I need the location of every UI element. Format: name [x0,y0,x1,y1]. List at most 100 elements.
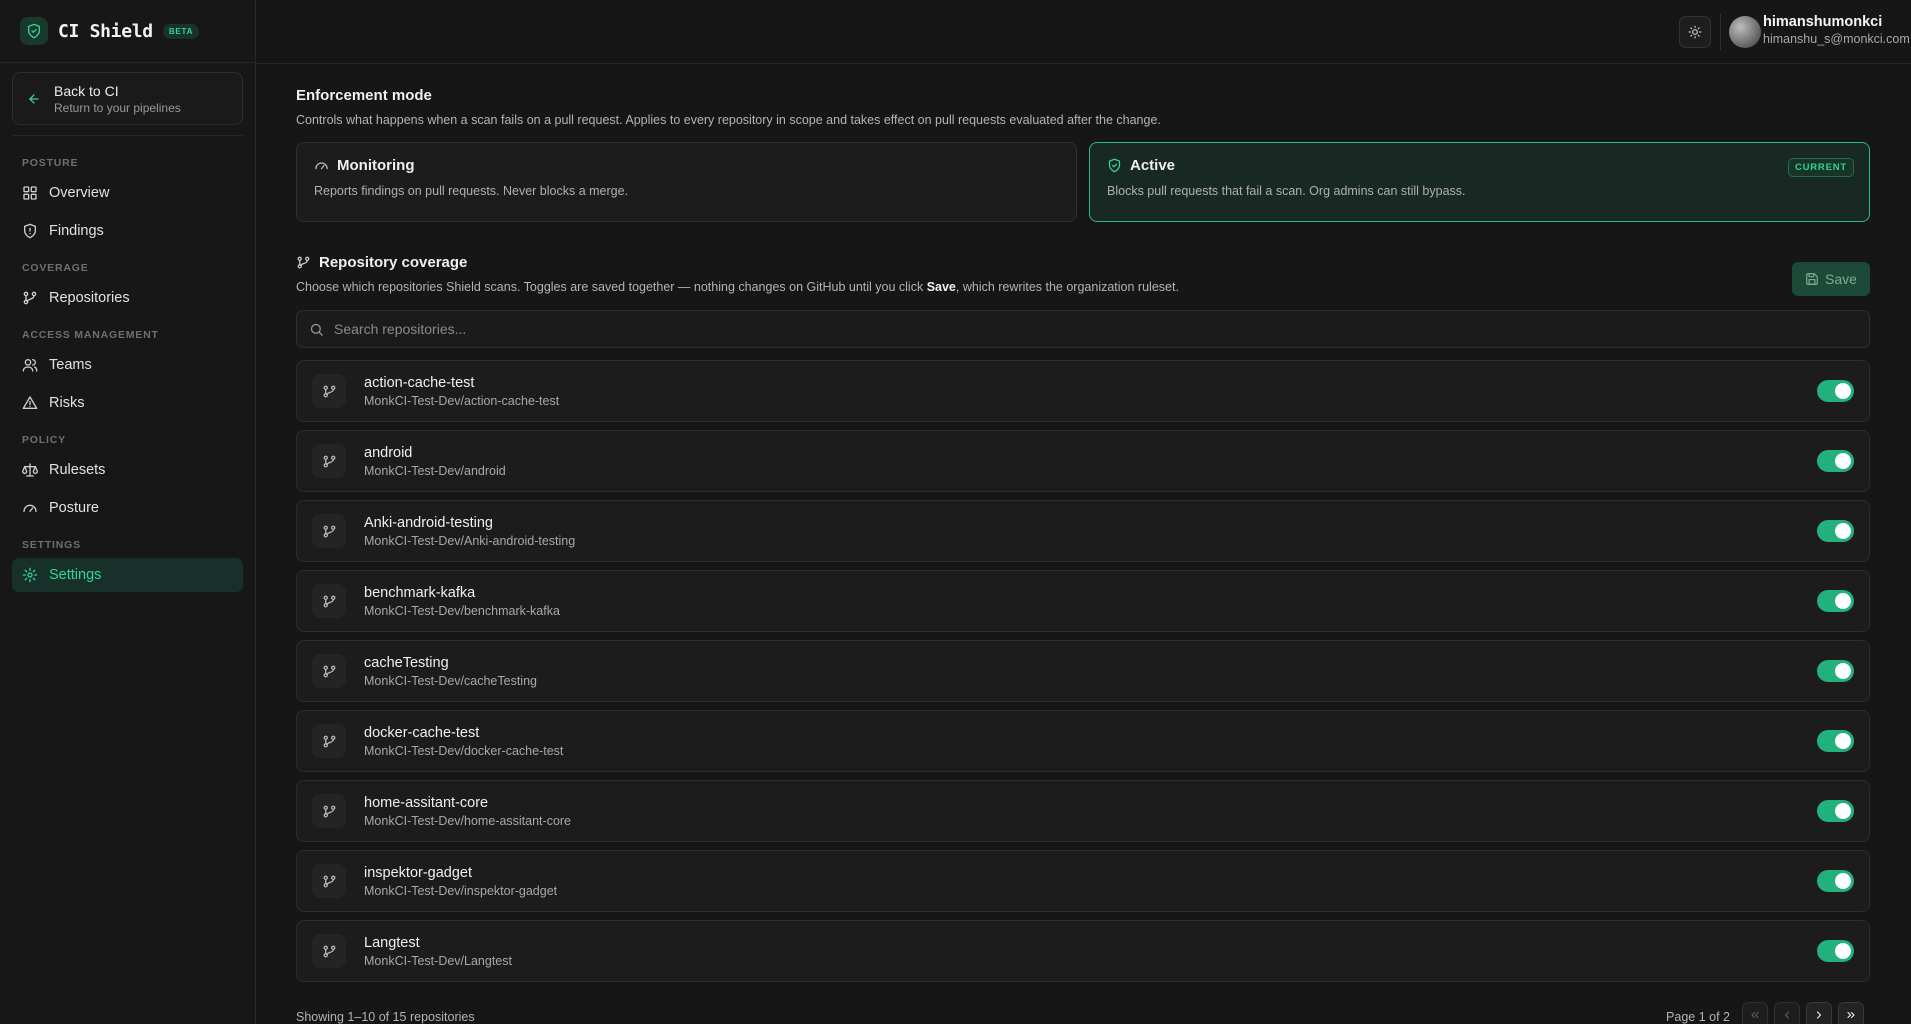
coverage-title: Repository coverage [319,254,468,271]
nav-section-coverage: COVERAGE [22,262,89,274]
repo-name: android [364,444,413,461]
toggle-knob [1835,383,1851,399]
sidebar-item-label: Settings [49,567,102,583]
git-branch-icon [22,290,38,306]
sidebar: CI Shield BETA Back to CI Return to your… [0,0,256,1024]
avatar[interactable] [1729,16,1761,48]
repo-name: Anki-android-testing [364,514,493,531]
save-icon [1805,272,1819,286]
repo-name: cacheTesting [364,654,449,671]
list-item: docker-cache-test MonkCI-Test-Dev/docker-… [296,710,1870,772]
repository-list: action-cache-test MonkCI-Test-Dev/action-… [296,360,1870,990]
shield-check-icon [1107,158,1122,173]
sidebar-item-risks[interactable]: Risks [12,386,243,420]
sidebar-item-teams[interactable]: Teams [12,348,243,382]
top-header: himanshumonkci himanshu_s@monkci.com [256,0,1911,64]
enforcement-description: Controls what happens when a scan fails … [296,113,1161,127]
back-title: Back to CI [54,82,119,99]
save-button[interactable]: Save [1792,262,1870,296]
user-name: himanshumonkci [1763,14,1883,30]
sidebar-item-rulesets[interactable]: Rulesets [12,453,243,487]
back-subtitle: Return to your pipelines [54,100,181,115]
sidebar-item-label: Findings [49,223,104,239]
repo-scan-toggle[interactable] [1817,730,1854,752]
repo-scan-toggle[interactable] [1817,870,1854,892]
repo-name: Langtest [364,934,420,951]
repo-scan-toggle[interactable] [1817,940,1854,962]
sidebar-item-findings[interactable]: Findings [12,214,243,248]
repo-path: MonkCI-Test-Dev/cacheTesting [364,673,537,688]
repo-scan-toggle[interactable] [1817,660,1854,682]
git-branch-icon [312,514,346,548]
chevron-left-icon [1781,1009,1793,1021]
mode-card-monitoring[interactable]: Monitoring Reports findings on pull requ… [296,142,1077,222]
sidebar-item-settings[interactable]: Settings [12,558,243,592]
mode-name: Monitoring [337,157,415,174]
user-menu[interactable]: himanshumonkci himanshu_s@monkci.com [1763,14,1910,46]
toggle-knob [1835,803,1851,819]
alert-triangle-icon [22,395,38,411]
divider [1720,14,1721,50]
repo-scan-toggle[interactable] [1817,800,1854,822]
sidebar-item-label: Rulesets [49,462,106,478]
git-branch-icon [312,864,346,898]
app-name: CI Shield [58,20,153,42]
sidebar-nav: POSTURE Overview Findings COVERAGE Repos… [12,143,243,596]
sidebar-item-label: Repositories [49,290,130,306]
list-item: Anki-android-testing MonkCI-Test-Dev/Anki… [296,500,1870,562]
divider [12,135,243,136]
toggle-knob [1835,943,1851,959]
enforcement-mode-options: Monitoring Reports findings on pull requ… [296,142,1870,222]
results-count: Showing 1–10 of 15 repositories [296,1010,475,1024]
nav-section-posture: POSTURE [22,157,79,169]
sidebar-item-label: Teams [49,357,92,373]
gear-icon [22,567,38,583]
repo-path: MonkCI-Test-Dev/android [364,463,506,478]
last-page-button[interactable] [1838,1002,1864,1024]
page-info: Page 1 of 2 [1666,1010,1730,1024]
sidebar-item-posture[interactable]: Posture [12,491,243,525]
repo-name: action-cache-test [364,374,475,391]
first-page-button[interactable] [1742,1002,1768,1024]
toggle-knob [1835,593,1851,609]
save-label: Save [1825,271,1857,287]
coverage-description-text-end: , which rewrites the organization rulese… [955,280,1179,294]
repo-path: MonkCI-Test-Dev/Anki-android-testing [364,533,576,548]
user-email: himanshu_s@monkci.com [1763,32,1910,46]
sidebar-item-overview[interactable]: Overview [12,176,243,210]
list-item: inspektor-gadget MonkCI-Test-Dev/inspekto… [296,850,1870,912]
toggle-knob [1835,453,1851,469]
next-page-button[interactable] [1806,1002,1832,1024]
sidebar-item-repositories[interactable]: Repositories [12,281,243,315]
toggle-knob [1835,733,1851,749]
theme-toggle-button[interactable] [1679,16,1711,48]
repo-name: inspektor-gadget [364,864,473,881]
repo-scan-toggle[interactable] [1817,450,1854,472]
repo-scan-toggle[interactable] [1817,590,1854,612]
scale-icon [22,462,38,478]
list-item: cacheTesting MonkCI-Test-Dev/cacheTesting [296,640,1870,702]
repo-scan-toggle[interactable] [1817,520,1854,542]
toggle-knob [1835,663,1851,679]
brand: CI Shield BETA [0,0,255,63]
repo-path: MonkCI-Test-Dev/benchmark-kafka [364,603,560,618]
coverage-description-text: Choose which repositories Shield scans. … [296,280,927,294]
chevrons-left-icon [1749,1009,1761,1021]
previous-page-button[interactable] [1774,1002,1800,1024]
git-branch-icon [312,374,346,408]
back-to-ci-button[interactable]: Back to CI Return to your pipelines [12,72,243,125]
coverage-description-save: Save [926,280,956,294]
list-item: benchmark-kafka MonkCI-Test-Dev/benchmark… [296,570,1870,632]
sidebar-item-label: Overview [49,185,110,201]
sidebar-item-label: Posture [49,500,99,516]
mode-card-active[interactable]: Active Blocks pull requests that fail a … [1089,142,1870,222]
beta-badge: BETA [162,23,200,39]
arrow-left-icon [27,92,41,106]
search-input[interactable] [334,321,1834,337]
repo-scan-toggle[interactable] [1817,380,1854,402]
toggle-knob [1835,523,1851,539]
enforcement-title: Enforcement mode [296,87,432,104]
search-box [296,310,1870,348]
coverage-description: Choose which repositories Shield scans. … [296,280,1179,294]
search-icon [309,322,324,337]
